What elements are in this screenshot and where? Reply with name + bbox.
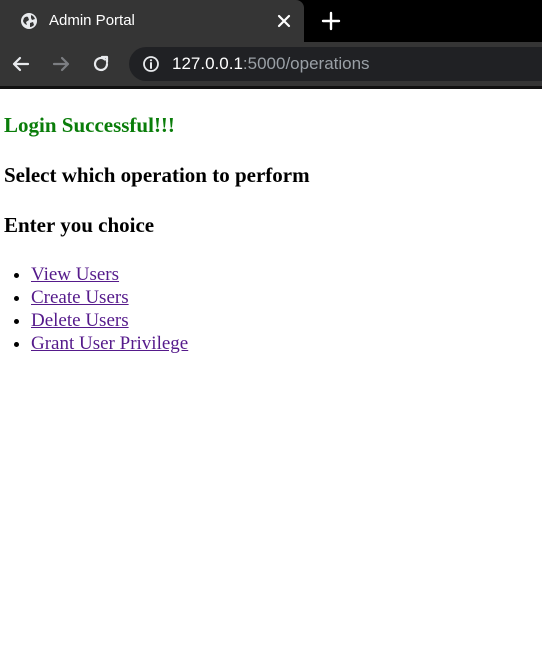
address-bar[interactable]: 127.0.0.1:5000/operations: [129, 47, 542, 81]
operation-prompt-heading: Select which operation to perform: [4, 163, 310, 187]
arrow-left-icon[interactable]: [10, 53, 32, 75]
list-item: Delete Users: [31, 309, 538, 332]
list-item: Grant User Privilege: [31, 332, 538, 355]
url-path: :5000/operations: [242, 54, 370, 73]
tab-strip: Admin Portal: [0, 0, 542, 42]
choice-heading: Enter you choice: [4, 213, 155, 237]
browser-toolbar: 127.0.0.1:5000/operations: [0, 42, 542, 86]
active-tab[interactable]: Admin Portal: [0, 0, 304, 42]
info-icon[interactable]: [142, 55, 160, 73]
url-text: 127.0.0.1:5000/operations: [172, 54, 370, 74]
create-users-link[interactable]: Create Users: [31, 287, 129, 308]
delete-users-link[interactable]: Delete Users: [31, 310, 129, 331]
page-content: Login Successful!!! Select which operati…: [0, 89, 542, 662]
arrow-right-icon[interactable]: [50, 53, 72, 75]
plus-icon[interactable]: [320, 10, 342, 32]
view-users-link[interactable]: View Users: [31, 264, 119, 285]
close-icon[interactable]: [274, 11, 294, 31]
globe-icon: [20, 12, 38, 30]
url-host: 127.0.0.1: [172, 54, 243, 73]
list-item: View Users: [31, 263, 538, 286]
reload-icon[interactable]: [90, 53, 112, 75]
operations-list: View Users Create Users Delete Users Gra…: [4, 263, 538, 355]
browser-chrome: Admin Portal 127.0.0.1:5000/operations: [0, 0, 542, 89]
list-item: Create Users: [31, 286, 538, 309]
grant-user-privilege-link[interactable]: Grant User Privilege: [31, 333, 188, 354]
tab-title: Admin Portal: [49, 12, 135, 29]
login-success-message: Login Successful!!!: [4, 113, 175, 137]
